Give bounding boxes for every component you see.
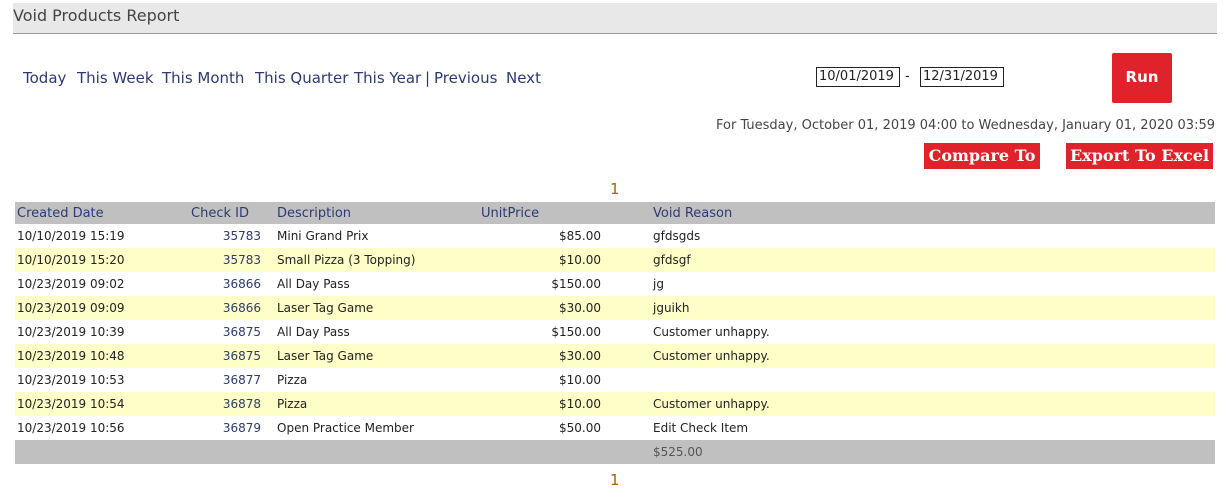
cell-unit-price: $150.00: [551, 325, 601, 339]
cell-created-date: 10/23/2019 09:09: [15, 296, 189, 320]
pager-bottom-page-1[interactable]: 1: [610, 471, 620, 489]
date-range-separator: -: [905, 69, 910, 84]
cell-void-reason: jguikh: [603, 296, 1215, 320]
table-row: 10/23/2019 10:39 36875 All Day Pass $150…: [15, 320, 1215, 344]
cell-void-reason: Edit Check Item: [653, 421, 749, 435]
cell-description: Pizza: [277, 373, 308, 387]
cell-check-id[interactable]: 36875: [189, 320, 263, 344]
total-empty-cell: [15, 440, 189, 464]
total-empty-cell: [189, 440, 263, 464]
header-unit-price[interactable]: UnitPrice: [479, 202, 603, 224]
cell-check-id[interactable]: 36866: [189, 296, 263, 320]
nav-today-link[interactable]: Today: [23, 69, 66, 87]
cell-void-reason: Customer unhappy.: [603, 392, 1215, 416]
header-check-id[interactable]: Check ID: [189, 202, 263, 224]
title-bar: Void Products Report: [13, 3, 1217, 34]
cell-check-id[interactable]: 35783: [189, 248, 263, 272]
cell-check-id[interactable]: 35783: [189, 224, 263, 248]
cell-created-date: 10/23/2019 10:53: [17, 373, 125, 387]
cell-void-reason: jg: [653, 277, 664, 291]
cell-unit-price: $85.00: [559, 229, 601, 243]
cell-void-reason: Customer unhappy.: [603, 344, 1215, 368]
cell-check-id[interactable]: 36879: [189, 416, 263, 440]
cell-check-id[interactable]: 36877: [189, 368, 263, 392]
table-row: 10/23/2019 10:48 36875 Laser Tag Game $3…: [15, 344, 1215, 368]
nav-this-quarter-link[interactable]: This Quarter: [255, 69, 348, 87]
cell-unit-price: $50.00: [559, 421, 601, 435]
cell-created-date: 10/10/2019 15:19: [17, 229, 125, 243]
cell-created-date: 10/10/2019 15:20: [15, 248, 189, 272]
nav-this-month-link[interactable]: This Month: [162, 69, 244, 87]
nav-this-week-link[interactable]: This Week: [77, 69, 154, 87]
cell-created-date: 10/23/2019 10:54: [15, 392, 189, 416]
nav-previous-link[interactable]: Previous: [434, 69, 497, 87]
cell-unit-price: $10.00: [559, 373, 601, 387]
table-header-row: Created Date Check ID Description UnitPr…: [15, 202, 1215, 224]
cell-check-id[interactable]: 36866: [189, 272, 263, 296]
cell-unit-price: $30.00: [479, 296, 603, 320]
date-range-description: For Tuesday, October 01, 2019 04:00 to W…: [716, 118, 1215, 133]
cell-description: All Day Pass: [277, 277, 350, 291]
cell-unit-price: $30.00: [479, 344, 603, 368]
cell-unit-price: $10.00: [479, 392, 603, 416]
page-title: Void Products Report: [13, 6, 180, 25]
table-row: 10/23/2019 10:53 36877 Pizza $10.00: [15, 368, 1215, 392]
cell-unit-price: $150.00: [551, 277, 601, 291]
cell-unit-price: $10.00: [479, 248, 603, 272]
cell-void-reason: Customer unhappy.: [653, 325, 770, 339]
table-row: 10/23/2019 10:56 36879 Open Practice Mem…: [15, 416, 1215, 440]
run-button[interactable]: Run: [1112, 53, 1172, 103]
nav-this-year-link[interactable]: This Year: [354, 69, 421, 87]
compare-to-button[interactable]: Compare To: [924, 143, 1040, 169]
total-amount: $525.00: [603, 440, 1215, 464]
void-products-report-page: Void Products Report Today This Week Thi…: [0, 0, 1232, 499]
cell-void-reason: gfdsgds: [653, 229, 701, 243]
cell-check-id[interactable]: 36875: [189, 344, 263, 368]
cell-description: Small Pizza (3 Topping): [263, 248, 479, 272]
start-date-input[interactable]: [816, 67, 900, 87]
cell-check-id[interactable]: 36878: [189, 392, 263, 416]
header-created-date[interactable]: Created Date: [15, 202, 189, 224]
cell-created-date: 10/23/2019 10:48: [15, 344, 189, 368]
header-description[interactable]: Description: [263, 202, 479, 224]
cell-description: Laser Tag Game: [263, 344, 479, 368]
cell-created-date: 10/23/2019 10:39: [17, 325, 125, 339]
table-row: 10/23/2019 09:02 36866 All Day Pass $150…: [15, 272, 1215, 296]
header-void-reason[interactable]: Void Reason: [603, 202, 1215, 224]
nav-next-link[interactable]: Next: [506, 69, 541, 87]
table-row: 10/10/2019 15:20 35783 Small Pizza (3 To…: [15, 248, 1215, 272]
nav-separator: |: [425, 69, 431, 87]
pager-top-page-1[interactable]: 1: [610, 180, 620, 198]
end-date-input[interactable]: [920, 67, 1004, 87]
cell-description: Mini Grand Prix: [277, 229, 369, 243]
cell-created-date: 10/23/2019 09:02: [17, 277, 125, 291]
cell-void-reason: gfdsgf: [603, 248, 1215, 272]
total-empty-cell: [479, 440, 603, 464]
table-row: 10/10/2019 15:19 35783 Mini Grand Prix $…: [15, 224, 1215, 248]
cell-description: Pizza: [263, 392, 479, 416]
table-row: 10/23/2019 10:54 36878 Pizza $10.00 Cust…: [15, 392, 1215, 416]
total-empty-cell: [263, 440, 479, 464]
cell-description: Laser Tag Game: [263, 296, 479, 320]
table-row: 10/23/2019 09:09 36866 Laser Tag Game $3…: [15, 296, 1215, 320]
cell-created-date: 10/23/2019 10:56: [17, 421, 125, 435]
cell-description: Open Practice Member: [277, 421, 414, 435]
export-to-excel-button[interactable]: Export To Excel: [1066, 143, 1213, 169]
cell-void-reason: [603, 368, 1215, 392]
cell-description: All Day Pass: [277, 325, 350, 339]
total-row: $525.00: [15, 440, 1215, 464]
void-products-table: Created Date Check ID Description UnitPr…: [15, 202, 1215, 464]
